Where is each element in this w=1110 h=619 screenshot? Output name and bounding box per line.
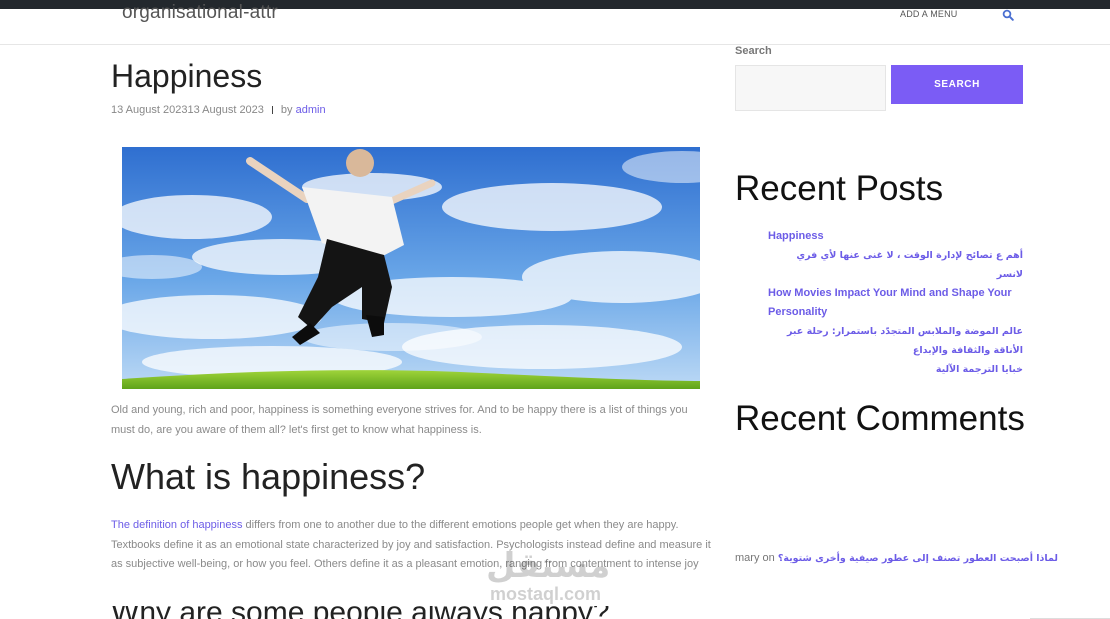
post-title: Happiness [111,58,263,94]
by-label: by [280,104,293,116]
recent-posts-heading: Recent Posts [735,169,944,208]
watermark-arabic: مستقل [486,546,611,586]
recent-post-item[interactable]: خبايا الترجمة الآلية [768,360,1023,379]
watermark-latin: mostaql.com [490,584,602,604]
recent-post-item[interactable]: أهم ع تصائح لإدارة الوقت ، لا غنى عنها ل… [768,246,1023,284]
comment-article-link[interactable]: لماذا أصبحت العطور تصنف إلى عطور صيفية و… [778,553,1058,564]
recent-post-item[interactable]: Happiness [768,227,1023,246]
recent-post-item[interactable]: عالم الموضة والملابس المتجدّد باستمرار: … [768,322,1023,360]
search-icon[interactable] [1002,9,1014,21]
mostaql-watermark: مستقل mostaql.com [486,546,626,608]
post-date[interactable]: 13 August 202313 August 2023 [111,104,264,116]
search-input[interactable] [735,65,886,111]
post-intro: Old and young, rich and poor, happiness … [111,404,688,436]
comment-on-label: on [762,552,775,564]
featured-image [122,147,700,389]
meta-separator [271,106,273,114]
definition-link[interactable]: The definition of happiness [111,519,242,531]
search-button[interactable]: SEARCH [891,65,1023,104]
site-header: organisational-attr ADD A MENU [0,2,1110,45]
section-heading: What is happiness? [111,456,426,497]
site-title[interactable]: organisational-attr [122,2,278,24]
post-meta: 13 August 202313 August 2023 by admin [111,104,326,116]
recent-posts-list: Happiness أهم ع تصائح لإدارة الوقت ، لا … [768,227,1023,379]
search-label: Search [735,45,772,57]
add-menu-link[interactable]: ADD A MENU [900,9,958,19]
recent-post-item[interactable]: How Movies Impact Your Mind and Shape Yo… [768,284,1023,322]
comment-author: mary [735,552,760,564]
recent-comments-heading: Recent Comments [735,399,1025,438]
recent-comment: mary on لماذا أصبحت العطور تصنف إلى عطور… [735,552,1058,564]
author-link[interactable]: admin [296,104,326,116]
